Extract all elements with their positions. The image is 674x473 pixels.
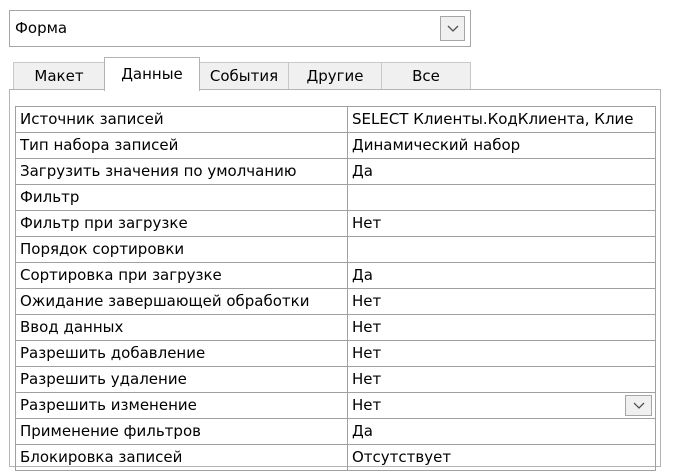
chevron-down-icon (447, 25, 458, 32)
property-name: Ввод данных (16, 315, 348, 341)
property-name: Применение фильтров (16, 419, 348, 445)
property-value[interactable]: Нет (348, 367, 656, 393)
property-name: Фильтр (16, 185, 348, 211)
property-name: Тип набора записей (16, 133, 348, 159)
property-name: Блокировка записей (16, 445, 348, 471)
chevron-down-icon (633, 402, 644, 409)
property-value[interactable]: Нет (348, 211, 656, 237)
tab-layout[interactable]: Макет (13, 62, 105, 90)
object-selector-value: Форма (15, 19, 68, 37)
object-selector-dropdown-button[interactable] (440, 16, 465, 41)
property-value[interactable] (348, 237, 656, 263)
property-name: Разрешить изменение (16, 393, 348, 419)
property-name: Ожидание завершающей обработки (16, 289, 348, 315)
property-row-data-entry[interactable]: Ввод данных Нет (16, 315, 656, 341)
tab-strip: Макет Данные События Другие Все (9, 57, 669, 91)
property-row-allow-filters[interactable]: Применение фильтров Да (16, 419, 656, 445)
property-value[interactable] (348, 185, 656, 211)
property-value-text: Нет (352, 396, 382, 414)
property-row-allow-additions[interactable]: Разрешить добавление Нет (16, 341, 656, 367)
properties-panel: Источник записей SELECT Клиенты.КодКлиен… (9, 89, 661, 471)
property-row-record-source[interactable]: Источник записей SELECT Клиенты.КодКлиен… (16, 107, 656, 133)
tab-data[interactable]: Данные (104, 57, 200, 91)
property-row-record-locks[interactable]: Блокировка записей Отсутствует (16, 445, 656, 471)
property-value-dropdown-button[interactable] (625, 395, 652, 416)
property-row-wait-for-post-processing[interactable]: Ожидание завершающей обработки Нет (16, 289, 656, 315)
property-value[interactable]: SELECT Клиенты.КодКлиента, Клие (348, 107, 656, 133)
property-value[interactable]: Нет (348, 289, 656, 315)
tab-events[interactable]: События (199, 62, 289, 90)
property-name: Разрешить добавление (16, 341, 348, 367)
object-selector[interactable]: Форма (9, 10, 471, 47)
property-row-filter[interactable]: Фильтр (16, 185, 656, 211)
property-name: Сортировка при загрузке (16, 263, 348, 289)
property-row-allow-edits[interactable]: Разрешить изменение Нет (16, 393, 656, 419)
property-sheet: Форма Макет Данные События Другие Все Ис… (0, 0, 674, 473)
property-value[interactable]: Отсутствует (348, 445, 656, 471)
property-row-order-by-on-load[interactable]: Сортировка при загрузке Да (16, 263, 656, 289)
property-value[interactable]: Да (348, 263, 656, 289)
property-row-fetch-defaults[interactable]: Загрузить значения по умолчанию Да (16, 159, 656, 185)
property-name: Разрешить удаление (16, 367, 348, 393)
property-value[interactable]: Нет (348, 341, 656, 367)
property-value[interactable]: Да (348, 159, 656, 185)
property-value[interactable]: Динамический набор (348, 133, 656, 159)
property-grid: Источник записей SELECT Клиенты.КодКлиен… (15, 106, 656, 471)
tab-other[interactable]: Другие (288, 62, 382, 90)
property-row-filter-on-load[interactable]: Фильтр при загрузке Нет (16, 211, 656, 237)
property-name: Загрузить значения по умолчанию (16, 159, 348, 185)
property-row-allow-deletions[interactable]: Разрешить удаление Нет (16, 367, 656, 393)
property-row-recordset-type[interactable]: Тип набора записей Динамический набор (16, 133, 656, 159)
property-name: Фильтр при загрузке (16, 211, 348, 237)
property-row-order-by[interactable]: Порядок сортировки (16, 237, 656, 263)
property-name: Источник записей (16, 107, 348, 133)
property-name: Порядок сортировки (16, 237, 348, 263)
tab-all[interactable]: Все (381, 62, 471, 90)
property-value[interactable]: Нет (348, 393, 656, 419)
property-value[interactable]: Да (348, 419, 656, 445)
property-value[interactable]: Нет (348, 315, 656, 341)
